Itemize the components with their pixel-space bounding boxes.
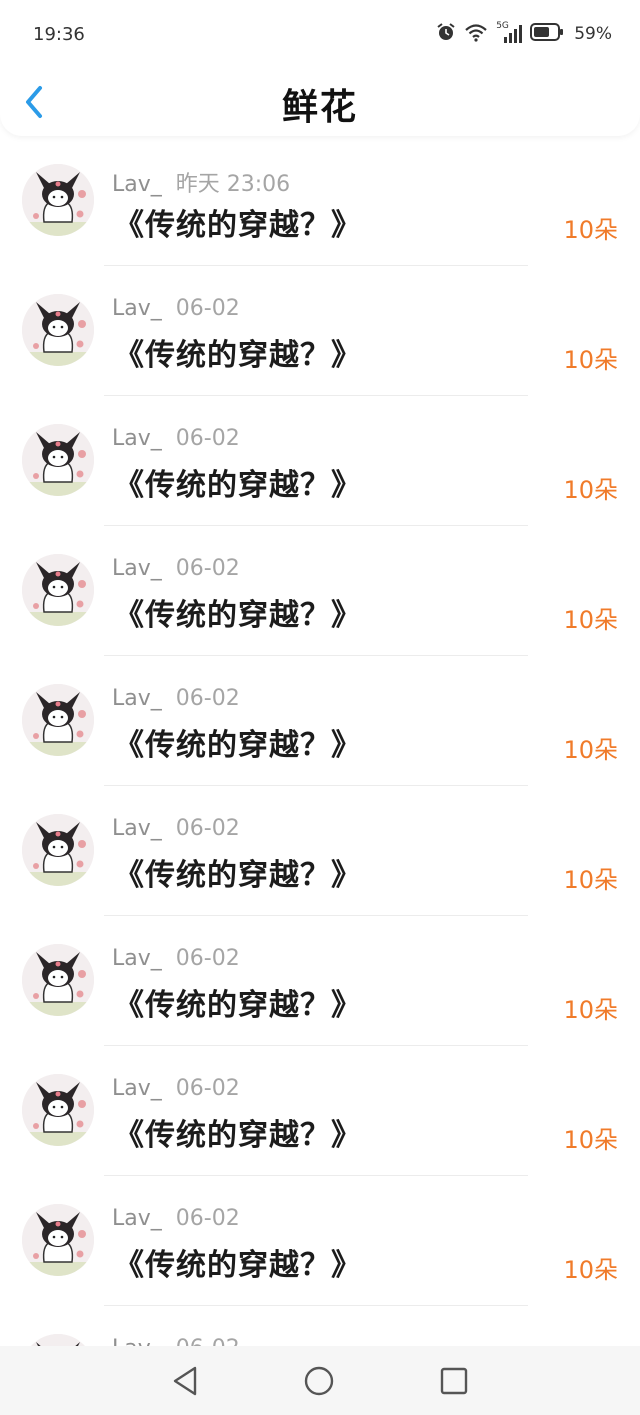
wifi-icon (464, 22, 488, 46)
sender-name: Lav_ (112, 1206, 162, 1231)
avatar-image-icon (22, 684, 94, 756)
avatar[interactable] (22, 424, 94, 496)
sent-date: 昨天 23:06 (175, 172, 291, 197)
item-title[interactable]: 《传统的穿越？》 (114, 1240, 362, 1284)
avatar-image-icon (22, 164, 94, 236)
battery-icon (530, 22, 564, 46)
sender-name: Lav_ (112, 296, 162, 321)
nav-back-triangle-icon (173, 1366, 197, 1395)
flower-count: 10朵 (563, 1256, 618, 1284)
item-title[interactable]: 《传统的穿越？》 (114, 330, 362, 374)
item-meta: Lav_ 06-02 (112, 686, 240, 711)
item-title[interactable]: 《传统的穿越？》 (114, 850, 362, 894)
battery-percent: 59% (574, 24, 612, 44)
avatar-image-icon (22, 424, 94, 496)
item-title[interactable]: 《传统的穿越？》 (114, 460, 362, 504)
avatar[interactable] (22, 164, 94, 236)
avatar[interactable] (22, 814, 94, 886)
sent-date: 06-02 (175, 426, 240, 451)
avatar-image-icon (22, 294, 94, 366)
sent-date: 06-02 (175, 556, 240, 581)
sent-date: 06-02 (175, 296, 240, 321)
flower-count: 10朵 (563, 996, 618, 1024)
avatar-image-icon (22, 1204, 94, 1276)
item-title[interactable]: 《传统的穿越？》 (114, 1110, 362, 1154)
flower-count: 10朵 (563, 606, 618, 634)
avatar[interactable] (22, 294, 94, 366)
sent-date: 06-02 (175, 1076, 240, 1101)
item-meta: Lav_ 06-02 (112, 296, 240, 321)
sender-name: Lav_ (112, 686, 162, 711)
list-item[interactable]: Lav_ 06-02 《传统的穿越？》 10朵 (0, 1176, 640, 1306)
item-meta: Lav_ 06-02 (112, 1336, 240, 1346)
flower-count: 10朵 (563, 1126, 618, 1154)
item-meta: Lav_ 昨天 23:06 (112, 166, 290, 198)
avatar-image-icon (22, 1074, 94, 1146)
item-title[interactable]: 《传统的穿越？》 (114, 720, 362, 764)
avatar[interactable] (22, 1074, 94, 1146)
nav-recents-square-icon (440, 1367, 468, 1394)
avatar-image-icon (22, 554, 94, 626)
nav-recents-button[interactable] (439, 1366, 469, 1396)
avatar-image-icon (22, 944, 94, 1016)
list-item[interactable]: Lav_ 06-02 (0, 1306, 640, 1346)
page-title: 鲜花 (281, 87, 358, 128)
item-meta: Lav_ 06-02 (112, 556, 240, 581)
avatar[interactable] (22, 944, 94, 1016)
system-nav-bar (0, 1346, 640, 1415)
item-meta: Lav_ 06-02 (112, 816, 240, 841)
sender-name: Lav_ (112, 816, 162, 841)
sent-date: 06-02 (175, 1206, 240, 1231)
flower-record-list[interactable]: Lav_ 昨天 23:06 《传统的穿越？》 10朵 Lav_ 06-02 《传统的… (0, 136, 640, 1346)
item-meta: Lav_ 06-02 (112, 946, 240, 971)
flower-count: 10朵 (563, 346, 618, 374)
sender-name: Lav_ (112, 556, 162, 581)
item-meta: Lav_ 06-02 (112, 1206, 240, 1231)
avatar[interactable] (22, 1334, 94, 1346)
sent-date: 06-02 (176, 1336, 240, 1346)
list-item[interactable]: Lav_ 昨天 23:06 《传统的穿越？》 10朵 (0, 136, 640, 266)
sent-date: 06-02 (175, 686, 240, 711)
sender-name: Lav_ (112, 172, 162, 197)
list-item[interactable]: Lav_ 06-02 《传统的穿越？》 10朵 (0, 266, 640, 396)
avatar[interactable] (22, 554, 94, 626)
nav-home-button[interactable] (303, 1365, 335, 1397)
avatar-image-icon (22, 1334, 94, 1346)
status-bar: 19:36 5G 59% (0, 0, 640, 70)
sent-date: 06-02 (175, 816, 240, 841)
header: 19:36 5G 59% 鲜花 (0, 0, 640, 136)
flower-count: 10朵 (563, 476, 618, 504)
avatar-image-icon (22, 814, 94, 886)
item-title[interactable]: 《传统的穿越？》 (114, 980, 362, 1024)
list-item[interactable]: Lav_ 06-02 《传统的穿越？》 10朵 (0, 916, 640, 1046)
item-meta: Lav_ 06-02 (112, 426, 240, 451)
list-item[interactable]: Lav_ 06-02 《传统的穿越？》 10朵 (0, 396, 640, 526)
nav-home-circle-icon (304, 1366, 334, 1395)
item-title[interactable]: 《传统的穿越？》 (114, 590, 362, 634)
sender-name: Lav_ (112, 1076, 162, 1101)
status-icons: 5G 59% (436, 21, 612, 46)
nav-back-button[interactable] (171, 1365, 199, 1397)
flower-count: 10朵 (563, 736, 618, 764)
item-title[interactable]: 《传统的穿越？》 (114, 200, 362, 244)
list-item[interactable]: Lav_ 06-02 《传统的穿越？》 10朵 (0, 526, 640, 656)
flower-count: 10朵 (563, 216, 618, 244)
sender-name: Lav_ (112, 426, 162, 451)
list-item[interactable]: Lav_ 06-02 《传统的穿越？》 10朵 (0, 786, 640, 916)
item-meta: Lav_ 06-02 (112, 1076, 240, 1101)
sent-date: 06-02 (175, 946, 240, 971)
list-item[interactable]: Lav_ 06-02 《传统的穿越？》 10朵 (0, 1046, 640, 1176)
alarm-icon (436, 22, 456, 46)
flower-count: 10朵 (563, 866, 618, 894)
sender-name: Lav_ (112, 946, 162, 971)
list-item[interactable]: Lav_ 06-02 《传统的穿越？》 10朵 (0, 656, 640, 786)
avatar[interactable] (22, 684, 94, 756)
signal-5g-icon: 5G (496, 21, 523, 45)
status-time: 19:36 (33, 24, 85, 45)
avatar[interactable] (22, 1204, 94, 1276)
sender-name: Lav_ (112, 1336, 162, 1346)
